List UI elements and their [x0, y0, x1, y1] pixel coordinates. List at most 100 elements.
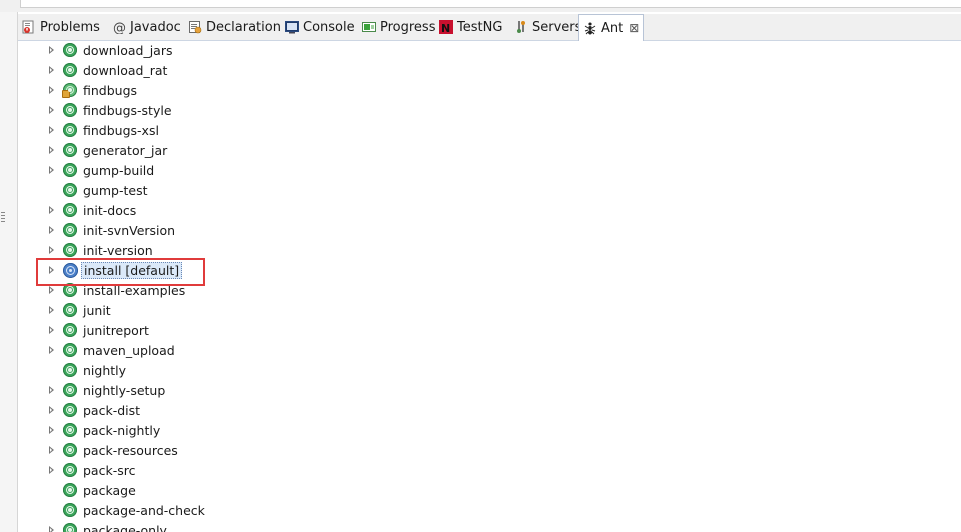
tree-item[interactable]: nightly-setup	[18, 380, 961, 400]
tree-item-label: gump-test	[83, 182, 148, 198]
expand-arrow-icon[interactable]	[49, 146, 54, 154]
lock-icon	[62, 90, 70, 98]
tree-item[interactable]: gump-test	[18, 180, 961, 200]
tree-item-label: init-docs	[83, 202, 137, 218]
tree-item-label: init-version	[83, 242, 153, 258]
tab-declaration[interactable]: Declaration	[184, 14, 283, 40]
target-icon	[63, 143, 77, 157]
target-icon	[63, 123, 77, 137]
expand-arrow-icon[interactable]	[49, 406, 54, 414]
target-icon	[63, 443, 77, 457]
target-icon	[63, 363, 77, 377]
tree-item[interactable]: init-version	[18, 240, 961, 260]
expand-arrow-icon[interactable]	[49, 246, 54, 254]
tree-item[interactable]: findbugs	[18, 80, 961, 100]
editor-edge	[20, 0, 961, 8]
testng-icon: N	[439, 20, 453, 34]
tree-item[interactable]: init-svnVersion	[18, 220, 961, 240]
tab-problems[interactable]: Problems	[18, 14, 110, 40]
tree-item-label: pack-resources	[83, 442, 178, 458]
tree-item-label: generator_jar	[83, 142, 168, 158]
tree-item-label: package	[83, 482, 136, 498]
tree-item[interactable]: generator_jar	[18, 140, 961, 160]
tab-testng[interactable]: N TestNG	[435, 14, 512, 40]
tree-item-label: gump-build	[83, 162, 155, 178]
sash-grip[interactable]	[1, 212, 5, 223]
tab-label: Ant	[601, 20, 624, 36]
expand-arrow-icon[interactable]	[49, 126, 54, 134]
tab-label: Servers	[532, 19, 582, 35]
servers-icon	[514, 20, 528, 34]
target-icon	[63, 343, 77, 357]
target-icon	[63, 323, 77, 337]
expand-arrow-icon[interactable]	[49, 46, 54, 54]
target-icon	[63, 423, 77, 437]
svg-text:N: N	[441, 22, 450, 34]
highlight-box	[36, 258, 205, 286]
tree-item-label: download_rat	[83, 62, 168, 78]
expand-arrow-icon[interactable]	[49, 446, 54, 454]
tab-console[interactable]: Console	[281, 14, 360, 40]
tree-item[interactable]: nightly	[18, 360, 961, 380]
tab-label: TestNG	[457, 19, 503, 35]
target-icon	[63, 483, 77, 497]
ant-targets-tree[interactable]: download_jars download_rat findbugs findbug…	[18, 41, 961, 532]
view-tab-bar: Problems @ Javadoc Declaration Console Progre…	[18, 14, 961, 41]
expand-arrow-icon[interactable]	[49, 106, 54, 114]
target-icon	[63, 103, 77, 117]
target-icon	[63, 183, 77, 197]
expand-arrow-icon[interactable]	[49, 326, 54, 334]
expand-arrow-icon[interactable]	[49, 306, 54, 314]
tab-servers[interactable]: Servers	[510, 14, 582, 40]
tree-item[interactable]: pack-dist	[18, 400, 961, 420]
tab-javadoc[interactable]: @ Javadoc	[108, 14, 186, 40]
tab-ant[interactable]: Ant ⊠	[578, 14, 644, 41]
private-target-icon	[62, 83, 77, 98]
console-icon	[285, 20, 299, 34]
left-gutter	[0, 12, 18, 532]
tree-item-label: findbugs-style	[83, 102, 172, 118]
expand-arrow-icon[interactable]	[49, 386, 54, 394]
tree-item[interactable]: package-and-check	[18, 500, 961, 520]
expand-arrow-icon[interactable]	[49, 206, 54, 214]
target-icon	[63, 223, 77, 237]
tree-item-label: findbugs-xsl	[83, 122, 159, 138]
tree-item[interactable]: junitreport	[18, 320, 961, 340]
tree-item[interactable]: findbugs-xsl	[18, 120, 961, 140]
tree-item[interactable]: pack-resources	[18, 440, 961, 460]
tree-item[interactable]: download_jars	[18, 41, 961, 60]
target-icon	[63, 43, 77, 57]
target-icon	[63, 243, 77, 257]
tree-item[interactable]: pack-src	[18, 460, 961, 480]
tree-item[interactable]: junit	[18, 300, 961, 320]
tree-item[interactable]: maven_upload	[18, 340, 961, 360]
tree-item-label: junit	[83, 302, 111, 318]
tree-item[interactable]: package-only	[18, 520, 961, 532]
expand-arrow-icon[interactable]	[49, 466, 54, 474]
tree-item[interactable]: download_rat	[18, 60, 961, 80]
target-icon	[63, 63, 77, 77]
expand-arrow-icon[interactable]	[49, 86, 54, 94]
expand-arrow-icon[interactable]	[49, 226, 54, 234]
tree-item[interactable]: package	[18, 480, 961, 500]
tab-progress[interactable]: Progress	[358, 14, 437, 40]
expand-arrow-icon[interactable]	[49, 426, 54, 434]
close-icon[interactable]: ⊠	[629, 21, 639, 35]
tree-item[interactable]: pack-nightly	[18, 420, 961, 440]
tree-item[interactable]: gump-build	[18, 160, 961, 180]
tree-item-label: package-and-check	[83, 502, 205, 518]
expand-arrow-icon[interactable]	[49, 66, 54, 74]
expand-arrow-icon[interactable]	[49, 526, 54, 532]
target-icon	[63, 523, 77, 532]
tree-item-label: init-svnVersion	[83, 222, 176, 238]
target-icon	[63, 463, 77, 477]
problems-icon	[22, 20, 36, 34]
expand-arrow-icon[interactable]	[49, 286, 54, 294]
svg-text:@: @	[113, 21, 126, 34]
tree-item-label: pack-src	[83, 462, 136, 478]
tree-item[interactable]: findbugs-style	[18, 100, 961, 120]
expand-arrow-icon[interactable]	[49, 346, 54, 354]
tree-item[interactable]: init-docs	[18, 200, 961, 220]
expand-arrow-icon[interactable]	[49, 166, 54, 174]
ant-icon	[583, 21, 597, 35]
